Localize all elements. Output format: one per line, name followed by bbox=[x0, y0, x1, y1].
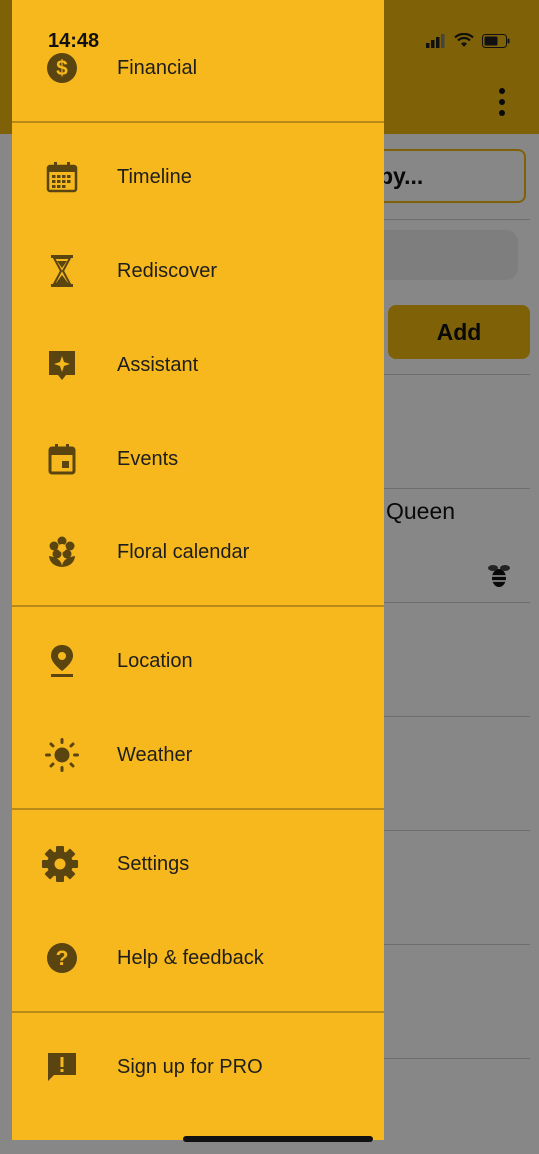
drawer-divider bbox=[12, 605, 384, 607]
dollar-icon: $ bbox=[45, 51, 79, 85]
drawer-item-label: Financial bbox=[117, 56, 198, 79]
flower-icon bbox=[45, 535, 79, 569]
sun-icon bbox=[45, 738, 79, 772]
drawer-divider bbox=[12, 808, 384, 810]
calendar-grid-icon bbox=[45, 160, 79, 194]
location-pin-icon bbox=[45, 644, 79, 678]
drawer-item-location[interactable]: Location bbox=[12, 626, 384, 696]
drawer-item-label: Settings bbox=[117, 852, 190, 875]
navigation-drawer: $ Financial Timeline Rediscover Assistan… bbox=[12, 0, 384, 1140]
drawer-item-assistant[interactable]: Assistant bbox=[12, 330, 384, 400]
signal-icon bbox=[426, 33, 445, 48]
alert-message-icon bbox=[45, 1050, 79, 1084]
event-calendar-icon bbox=[45, 442, 79, 476]
drawer-item-label: Floral calendar bbox=[117, 540, 250, 563]
battery-icon bbox=[482, 33, 510, 48]
gear-icon bbox=[42, 846, 79, 882]
status-time: 14:48 bbox=[48, 30, 100, 52]
drawer-item-rediscover[interactable]: Rediscover bbox=[12, 236, 384, 306]
drawer-item-label: Location bbox=[117, 649, 193, 672]
svg-text:$: $ bbox=[56, 57, 68, 80]
drawer-item-settings[interactable]: Settings bbox=[12, 829, 384, 899]
drawer-divider bbox=[12, 1011, 384, 1013]
home-indicator[interactable] bbox=[183, 1136, 373, 1142]
drawer-item-label: Events bbox=[117, 447, 179, 470]
wifi-icon bbox=[454, 33, 474, 47]
hourglass-icon bbox=[45, 254, 79, 288]
status-icons bbox=[426, 33, 510, 48]
drawer-item-floral-calendar[interactable]: Floral calendar bbox=[12, 517, 384, 587]
drawer-item-events[interactable]: Events bbox=[12, 424, 384, 494]
help-icon: ? bbox=[45, 941, 79, 975]
drawer-item-timeline[interactable]: Timeline bbox=[12, 142, 384, 212]
drawer-item-label: Rediscover bbox=[117, 259, 218, 282]
drawer-item-label: Timeline bbox=[117, 165, 192, 188]
drawer-item-label: Assistant bbox=[117, 353, 199, 376]
drawer-item-sign-up-pro[interactable]: Sign up for PRO bbox=[12, 1032, 384, 1102]
sparkle-chat-icon bbox=[45, 348, 79, 382]
drawer-item-label: Weather bbox=[117, 743, 193, 766]
drawer-divider bbox=[12, 121, 384, 123]
drawer-item-weather[interactable]: Weather bbox=[12, 720, 384, 790]
svg-text:?: ? bbox=[56, 947, 69, 970]
drawer-item-label: Help & feedback bbox=[117, 946, 264, 969]
drawer-item-label: Sign up for PRO bbox=[117, 1055, 263, 1078]
drawer-item-help-feedback[interactable]: ? Help & feedback bbox=[12, 923, 384, 993]
